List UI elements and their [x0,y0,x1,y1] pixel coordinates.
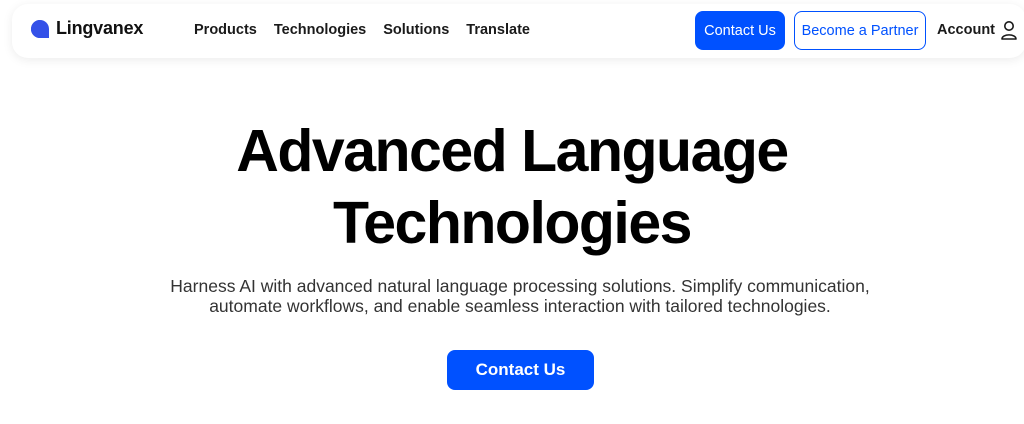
nav-technologies[interactable]: Technologies [274,22,366,38]
nav-translate[interactable]: Translate [466,22,530,38]
hero-contact-us-button[interactable]: Contact Us [447,350,594,390]
hero-subtitle-line-2: automate workflows, and enable seamless … [209,296,831,316]
brand-logo[interactable]: Lingvanex [30,18,143,39]
become-partner-button[interactable]: Become a Partner [794,11,926,50]
account-label: Account [937,22,995,38]
brand-name: Lingvanex [56,18,144,38]
main-nav: Products Technologies Solutions Translat… [194,22,547,38]
user-icon [1001,21,1017,40]
top-navigation-bar: Lingvanex Products Technologies Solution… [12,4,1024,58]
lingvanex-logo-icon [31,19,49,38]
nav-products[interactable]: Products [194,22,257,38]
account-menu[interactable]: Account [937,20,1018,40]
contact-us-button[interactable]: Contact Us [695,11,785,50]
hero-subtitle: Harness AI with advanced natural languag… [0,276,1024,316]
hero-title-line-1: Advanced Language [236,118,789,184]
nav-solutions[interactable]: Solutions [383,22,449,38]
hero-title: Advanced Language Technologies [0,115,1024,259]
hero-subtitle-line-1: Harness AI with advanced natural languag… [170,276,870,296]
hero-title-line-2: Technologies [333,190,692,256]
